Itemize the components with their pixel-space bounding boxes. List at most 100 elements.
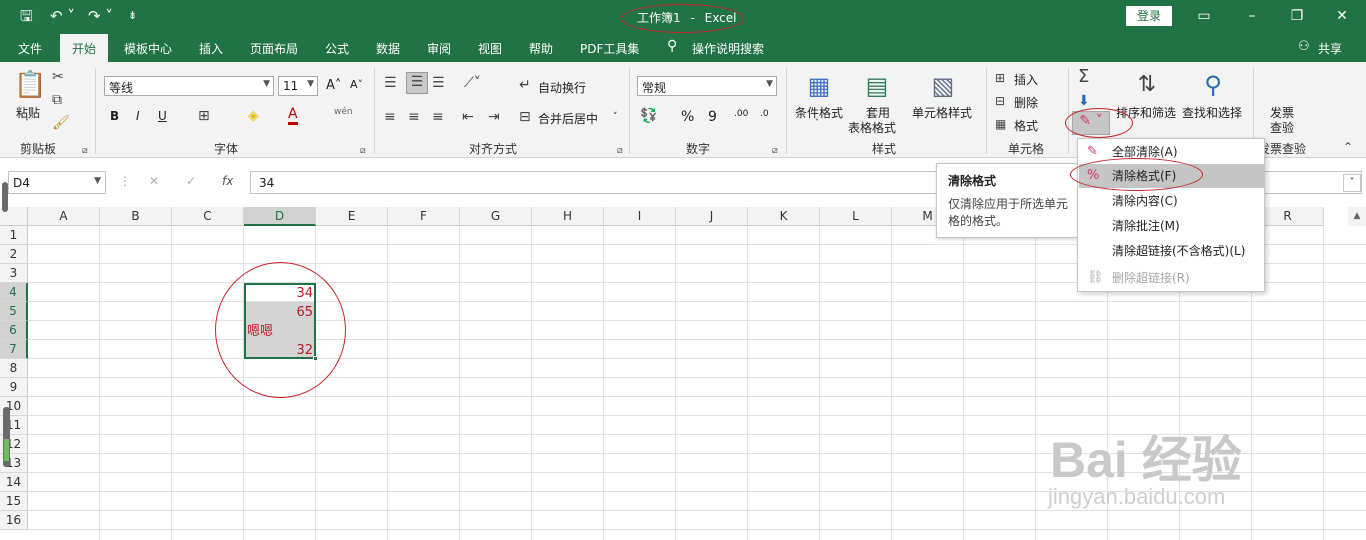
wrap-text-button[interactable]: 自动换行 bbox=[538, 79, 586, 96]
align-left-icon[interactable]: ≡ bbox=[384, 108, 396, 126]
font-color-button[interactable]: A bbox=[288, 107, 298, 125]
row-header-3[interactable]: 3 bbox=[0, 264, 28, 283]
dialog-launcher-icon[interactable]: ⧄ bbox=[772, 142, 778, 160]
paste-icon[interactable]: 📋 bbox=[14, 70, 46, 100]
row-header-16[interactable]: 16 bbox=[0, 511, 28, 530]
tab-page-layout[interactable]: 页面布局 bbox=[250, 40, 298, 57]
tab-templates[interactable]: 模板中心 bbox=[124, 40, 172, 57]
font-name-select[interactable]: 等线 ▼ bbox=[104, 76, 274, 96]
decrease-decimal-button[interactable]: .0 bbox=[760, 109, 769, 119]
collapse-ribbon-icon[interactable]: ⌃ bbox=[1343, 140, 1353, 154]
align-bottom-icon[interactable]: ☰ bbox=[432, 74, 445, 92]
font-size-select[interactable]: 11 ▼ bbox=[278, 76, 318, 96]
percent-button[interactable]: % bbox=[681, 109, 694, 125]
minimize-icon[interactable]: – bbox=[1240, 6, 1264, 26]
enter-icon[interactable]: ✓ bbox=[186, 174, 196, 188]
column-header-F[interactable]: F bbox=[388, 207, 460, 226]
tab-view[interactable]: 视图 bbox=[478, 40, 502, 57]
wrap-text-icon[interactable]: ↵ bbox=[519, 76, 531, 94]
tell-me-search[interactable]: 操作说明搜索 bbox=[692, 40, 764, 57]
tab-home[interactable]: 开始 bbox=[60, 34, 109, 62]
increase-indent-icon[interactable]: ⇥ bbox=[488, 108, 500, 126]
cut-icon[interactable]: ✂ bbox=[52, 68, 64, 86]
cell-styles-icon[interactable]: ▧ bbox=[928, 70, 958, 102]
copy-icon[interactable]: ⧉ bbox=[52, 91, 62, 109]
dialog-launcher-icon[interactable]: ⧄ bbox=[82, 142, 88, 160]
fill-icon[interactable]: ⬇ bbox=[1078, 92, 1090, 110]
cancel-icon[interactable]: ✕ bbox=[149, 174, 159, 188]
decrease-indent-icon[interactable]: ⇤ bbox=[462, 108, 474, 126]
conditional-formatting-icon[interactable]: ▦ bbox=[804, 70, 834, 102]
customize-toolbar-icon[interactable]: ⇟ bbox=[128, 7, 137, 25]
redo-icon[interactable]: ↷ ˅ bbox=[88, 7, 113, 25]
undo-icon[interactable]: ↶ ˅ bbox=[50, 7, 75, 25]
tab-help[interactable]: 帮助 bbox=[529, 40, 553, 57]
insert-cells-button[interactable]: 插入 bbox=[1014, 71, 1038, 88]
column-header-E[interactable]: E bbox=[316, 207, 388, 226]
column-header-B[interactable]: B bbox=[100, 207, 172, 226]
fill-color-icon[interactable]: ◈ bbox=[248, 107, 259, 125]
row-header-9[interactable]: 9 bbox=[0, 378, 28, 397]
row-header-7[interactable]: 7 bbox=[0, 340, 28, 359]
dialog-launcher-icon[interactable]: ⧄ bbox=[360, 142, 366, 160]
scroll-up-icon[interactable]: ▲ bbox=[1348, 207, 1366, 226]
name-box[interactable]: D4 ▼ bbox=[8, 171, 106, 194]
save-icon[interactable]: 🖫 bbox=[20, 7, 33, 25]
menu-clear-comments[interactable]: 清除批注(M) bbox=[1079, 214, 1265, 238]
insert-cells-icon[interactable]: ⊞ bbox=[995, 69, 1005, 87]
tab-file[interactable]: 文件 bbox=[18, 40, 42, 57]
tab-formulas[interactable]: 公式 bbox=[325, 40, 349, 57]
delete-cells-button[interactable]: 删除 bbox=[1014, 94, 1038, 111]
format-cells-button[interactable]: 格式 bbox=[1014, 117, 1038, 134]
comma-button[interactable]: 9 bbox=[708, 109, 717, 125]
number-format-select[interactable]: 常规 ▼ bbox=[637, 76, 777, 96]
restore-icon[interactable]: ❐ bbox=[1285, 6, 1309, 26]
row-header-4[interactable]: 4 bbox=[0, 283, 28, 302]
autosum-icon[interactable]: Σ bbox=[1078, 68, 1089, 86]
currency-icon[interactable]: 💱 bbox=[640, 107, 657, 125]
tab-pdf-tools[interactable]: PDF工具集 bbox=[580, 40, 639, 57]
menu-clear-hyperlinks[interactable]: 清除超链接(不含格式)(L) bbox=[1079, 239, 1265, 263]
conditional-formatting-button[interactable]: 条件格式 bbox=[795, 104, 843, 121]
dialog-launcher-icon[interactable]: ⧄ bbox=[617, 142, 623, 160]
share-button[interactable]: 共享 bbox=[1318, 40, 1342, 57]
ribbon-display-icon[interactable]: ▭ bbox=[1192, 6, 1216, 26]
grow-font-button[interactable]: A˄ bbox=[326, 78, 341, 93]
row-header-8[interactable]: 8 bbox=[0, 359, 28, 378]
column-header-A[interactable]: A bbox=[28, 207, 100, 226]
sort-filter-icon[interactable]: ⇅ bbox=[1130, 70, 1164, 100]
merge-center-icon[interactable]: ⊟ bbox=[519, 108, 531, 126]
tab-insert[interactable]: 插入 bbox=[199, 40, 223, 57]
delete-cells-icon[interactable]: ⊟ bbox=[995, 92, 1005, 110]
cell-styles-button[interactable]: 单元格样式 bbox=[912, 104, 972, 121]
left-edge-handle[interactable] bbox=[2, 182, 8, 212]
login-button[interactable]: 登录 bbox=[1126, 6, 1172, 26]
format-cells-icon[interactable]: ▦ bbox=[995, 115, 1006, 133]
orientation-icon[interactable]: ⟋˅ bbox=[464, 74, 481, 92]
align-middle-icon[interactable]: ☰ bbox=[406, 72, 428, 94]
align-right-icon[interactable]: ≡ bbox=[432, 108, 444, 126]
format-painter-icon[interactable]: 🖌 bbox=[52, 114, 70, 132]
format-as-table-icon[interactable]: ▤ bbox=[862, 70, 892, 102]
phonetic-button[interactable]: wén bbox=[334, 107, 353, 117]
borders-icon[interactable]: ⊞ bbox=[198, 107, 210, 125]
underline-button[interactable]: U bbox=[158, 109, 167, 123]
row-header-2[interactable]: 2 bbox=[0, 245, 28, 264]
align-top-icon[interactable]: ☰ bbox=[384, 74, 397, 92]
expand-formula-bar-icon[interactable]: ˅ bbox=[1343, 174, 1361, 192]
find-select-button[interactable]: 查找和选择 bbox=[1182, 104, 1242, 121]
row-header-5[interactable]: 5 bbox=[0, 302, 28, 321]
column-header-H[interactable]: H bbox=[532, 207, 604, 226]
italic-button[interactable]: I bbox=[136, 109, 140, 123]
find-select-icon[interactable]: ⚲ bbox=[1196, 70, 1230, 100]
insert-function-icon[interactable]: fx bbox=[222, 174, 233, 188]
merge-center-button[interactable]: 合并后居中 bbox=[538, 110, 598, 127]
increase-decimal-button[interactable]: .00 bbox=[734, 109, 748, 119]
column-header-L[interactable]: L bbox=[820, 207, 892, 226]
column-header-J[interactable]: J bbox=[676, 207, 748, 226]
row-header-6[interactable]: 6 bbox=[0, 321, 28, 340]
menu-clear-contents[interactable]: 清除内容(C) bbox=[1079, 189, 1265, 213]
tab-data[interactable]: 数据 bbox=[376, 40, 400, 57]
shrink-font-button[interactable]: A˅ bbox=[350, 78, 363, 91]
column-header-C[interactable]: C bbox=[172, 207, 244, 226]
